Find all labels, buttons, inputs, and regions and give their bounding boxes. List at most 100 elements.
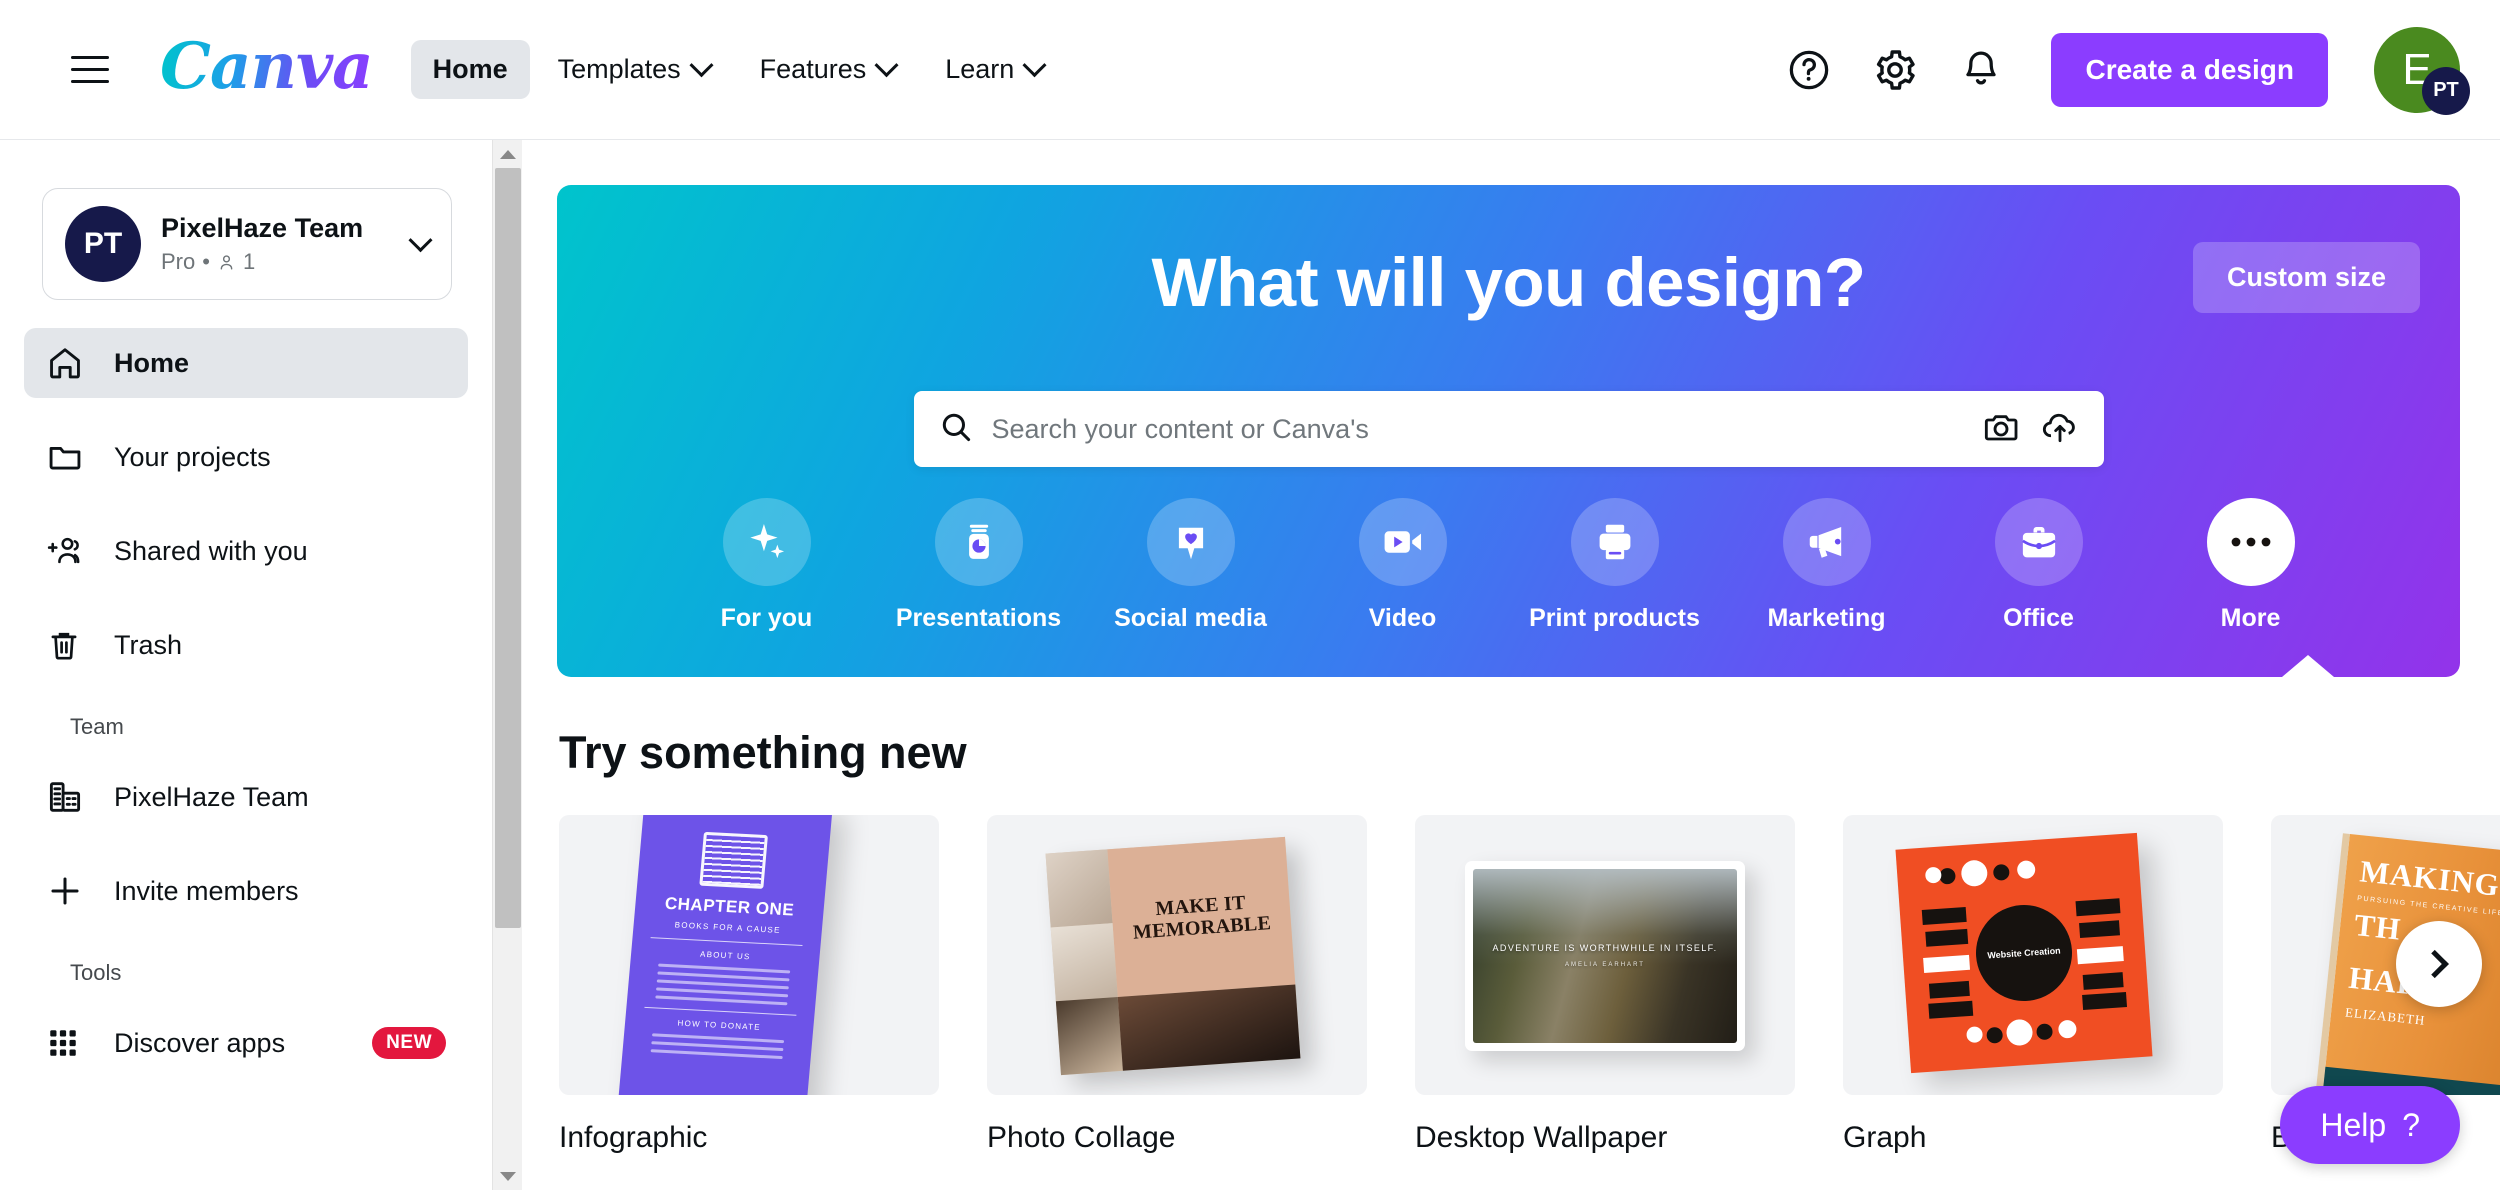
category-presentations[interactable]: Presentations: [895, 498, 1063, 633]
scroll-up-arrow-icon[interactable]: [493, 140, 523, 168]
left-sidebar: PT PixelHaze Team Pro • 1 Home Your proj…: [0, 140, 492, 1190]
open-book-icon: [699, 831, 768, 889]
template-card-infographic[interactable]: CHAPTER ONE BOOKS FOR A CAUSE ABOUT US H…: [559, 815, 939, 1155]
template-card-desktop-wallpaper[interactable]: ADVENTURE IS WORTHWHILE IN ITSELF. AMELI…: [1415, 815, 1795, 1155]
nav-label-learn: Learn: [945, 54, 1015, 84]
template-label-graph: Graph: [1843, 1121, 1927, 1154]
sidebar-item-trash[interactable]: Trash: [24, 610, 468, 680]
header-actions: Create a design E PT: [1779, 26, 2470, 115]
nav-item-home[interactable]: Home: [410, 40, 530, 99]
avatar-team-badge: PT: [2422, 66, 2470, 115]
custom-size-label: Custom size: [2226, 262, 2386, 292]
template-card-row: CHAPTER ONE BOOKS FOR A CAUSE ABOUT US H…: [559, 815, 2500, 1155]
building-icon: [46, 778, 92, 816]
scroll-down-arrow-icon[interactable]: [493, 1162, 523, 1190]
nav-label-features: Features: [759, 54, 867, 84]
infographic-block2: HOW TO DONATE: [677, 1018, 762, 1032]
home-icon: [46, 344, 92, 382]
status-badge-new: NEW: [372, 1027, 446, 1059]
team-separator: •: [202, 249, 210, 275]
hero-banner: What will you design? Custom size Search…: [557, 185, 2460, 677]
infographic-subhead: BOOKS FOR A CAUSE: [674, 920, 782, 935]
nav-item-features[interactable]: Features: [738, 40, 918, 99]
category-label-social-media: Social media: [1114, 604, 1267, 632]
desktop-wallpaper-art: ADVENTURE IS WORTHWHILE IN ITSELF. AMELI…: [1465, 861, 1745, 1051]
category-more[interactable]: More: [2167, 498, 2335, 633]
category-social-media[interactable]: Social media: [1107, 498, 1275, 633]
team-name: PixelHaze Team: [161, 212, 364, 243]
add-people-icon: [46, 532, 92, 570]
sidebar-item-pixelhaze-team[interactable]: PixelHaze Team: [24, 762, 468, 832]
bell-icon[interactable]: [1951, 40, 2011, 100]
category-label-office: Office: [2003, 604, 2074, 632]
heart-pin-icon: [1146, 498, 1235, 586]
help-button[interactable]: Help ?: [2280, 1086, 2460, 1164]
template-card-photo-collage[interactable]: MAKE IT MEMORABLE Photo Collage: [987, 815, 1367, 1155]
top-header: Canva Home Templates Features Learn Crea…: [0, 0, 2500, 140]
graph-art: Website Creation: [1895, 832, 2153, 1074]
category-office[interactable]: Office: [1955, 498, 2123, 633]
wallpaper-quote: ADVENTURE IS WORTHWHILE IN ITSELF.: [1492, 943, 1718, 954]
team-switcher[interactable]: PT PixelHaze Team Pro • 1: [42, 188, 452, 300]
search-bar[interactable]: [913, 391, 2104, 467]
sidebar-item-shared-with-you[interactable]: Shared with you: [24, 516, 468, 586]
custom-size-button[interactable]: Custom size: [2192, 242, 2420, 313]
person-icon: [220, 254, 233, 270]
create-button-label: Create a design: [2085, 53, 2294, 85]
sidebar-label-pixelhaze-team: PixelHaze Team: [114, 781, 309, 812]
section-title-try-something-new: Try something new: [559, 727, 967, 778]
sidebar-nav: Home Your projects Shared with you Trash…: [0, 328, 492, 1078]
help-label: Help: [2320, 1106, 2387, 1143]
template-thumbnail: MAKE IT MEMORABLE: [987, 815, 1367, 1095]
video-camera-icon: [1358, 498, 1447, 586]
avatar[interactable]: E PT: [2374, 26, 2470, 115]
main-nav: Home Templates Features Learn: [410, 40, 1066, 99]
chevron-down-icon: [874, 53, 899, 78]
category-label-print-products: Print products: [1529, 604, 1700, 632]
graph-hub-label: Website Creation: [1972, 901, 2076, 1005]
search-input[interactable]: [991, 413, 1982, 445]
briefcase-icon: [1994, 498, 2083, 586]
team-members-count: 1: [242, 249, 256, 275]
category-for-you[interactable]: For you: [683, 498, 851, 633]
nav-label-home: Home: [432, 54, 508, 84]
wallpaper-author: AMELIA EARHART: [1565, 961, 1645, 968]
category-marketing[interactable]: Marketing: [1743, 498, 1911, 633]
main-content: What will you design? Custom size Search…: [522, 140, 2500, 1190]
chevron-down-icon: [1022, 53, 1047, 78]
chevron-down-icon: [689, 53, 714, 78]
category-label-video: Video: [1368, 604, 1437, 632]
canva-logo[interactable]: Canva: [160, 34, 374, 105]
infographic-headline: CHAPTER ONE: [664, 893, 795, 920]
template-card-graph[interactable]: Website Creation Graph: [1843, 815, 2223, 1155]
sidebar-label-your-projects: Your projects: [114, 441, 271, 472]
create-a-design-button[interactable]: Create a design: [2051, 32, 2328, 107]
category-print-products[interactable]: Print products: [1529, 498, 1700, 633]
sidebar-item-your-projects[interactable]: Your projects: [24, 422, 468, 492]
team-plan: Pro: [161, 249, 196, 275]
trash-icon: [46, 626, 92, 664]
category-row: For you Presentations Social media Video…: [557, 498, 2460, 633]
template-label-desktop-wallpaper: Desktop Wallpaper: [1415, 1121, 1668, 1154]
hamburger-icon[interactable]: [62, 42, 118, 98]
category-video[interactable]: Video: [1319, 498, 1487, 633]
camera-icon[interactable]: [1982, 407, 2022, 452]
question-circle-icon[interactable]: [1779, 40, 1839, 100]
template-thumbnail: ADVENTURE IS WORTHWHILE IN ITSELF. AMELI…: [1415, 815, 1795, 1095]
carousel-next-button[interactable]: [2396, 921, 2482, 1007]
sidebar-scrollbar[interactable]: [492, 140, 522, 1190]
scrollbar-thumb[interactable]: [495, 168, 521, 928]
search-icon: [938, 409, 974, 450]
sidebar-label-invite-members: Invite members: [114, 875, 299, 906]
folder-icon: [46, 438, 92, 476]
upload-cloud-icon[interactable]: [2040, 407, 2080, 452]
gear-icon[interactable]: [1865, 40, 1925, 100]
nav-item-learn[interactable]: Learn: [923, 40, 1065, 99]
nav-item-templates[interactable]: Templates: [536, 40, 732, 99]
sidebar-item-home[interactable]: Home: [24, 328, 468, 398]
sidebar-item-invite-members[interactable]: Invite members: [24, 856, 468, 926]
infographic-block1: ABOUT US: [699, 949, 751, 962]
plus-icon: [46, 872, 92, 910]
sidebar-item-discover-apps[interactable]: Discover apps NEW: [24, 1008, 468, 1078]
presentation-icon: [934, 498, 1023, 586]
